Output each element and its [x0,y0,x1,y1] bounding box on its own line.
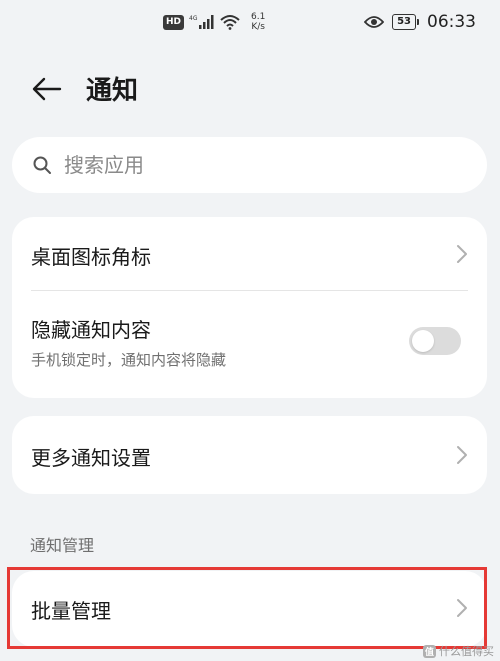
hd-badge: HD [163,14,185,30]
toggle-knob [412,330,434,352]
watermark-text: 什么值得买 [439,645,494,658]
watermark-badge: 值 [422,644,436,658]
back-arrow-icon[interactable] [30,72,64,106]
speed-value: 6.1 [251,12,266,22]
header: 通知 [0,62,500,114]
watermark: 值 什么值得买 [422,643,494,659]
status-bar: HD 4G 6.1 K/s 53 06:33 [0,0,500,50]
battery-level: 53 [392,14,416,30]
status-right: 53 06:33 [364,12,476,32]
hide-content-label: 隐藏通知内容 [31,318,151,342]
hide-content-toggle[interactable] [409,327,461,355]
signal-icon: 4G [189,15,214,29]
network-speed: 6.1 K/s [251,12,265,32]
chevron-right-icon [457,446,467,464]
wifi-icon [220,15,240,30]
hide-content-description: 手机锁定时，通知内容将隐藏 [31,351,227,369]
desktop-badge-label: 桌面图标角标 [31,245,151,269]
more-settings-row[interactable]: 更多通知设置 [12,416,487,494]
search-bar[interactable] [12,137,487,193]
page-title: 通知 [86,76,139,106]
clock: 06:33 [427,12,476,32]
search-input[interactable] [62,152,446,178]
section-title: 通知管理 [30,536,95,555]
hide-content-row[interactable]: 隐藏通知内容 手机锁定时，通知内容将隐藏 [12,291,487,398]
notification-options-card: 桌面图标角标 隐藏通知内容 手机锁定时，通知内容将隐藏 [12,217,487,398]
search-icon [33,156,51,174]
battery-icon: 53 [392,14,419,30]
chevron-right-icon [457,245,467,263]
more-settings-card: 更多通知设置 [12,416,487,494]
speed-unit: K/s [251,22,265,32]
more-settings-label: 更多通知设置 [31,446,151,470]
svg-text:4G: 4G [189,15,198,22]
highlight-box [7,567,487,649]
desktop-badge-row[interactable]: 桌面图标角标 [12,217,487,290]
status-left: HD 4G 6.1 K/s [163,12,265,32]
eye-icon [364,16,385,28]
